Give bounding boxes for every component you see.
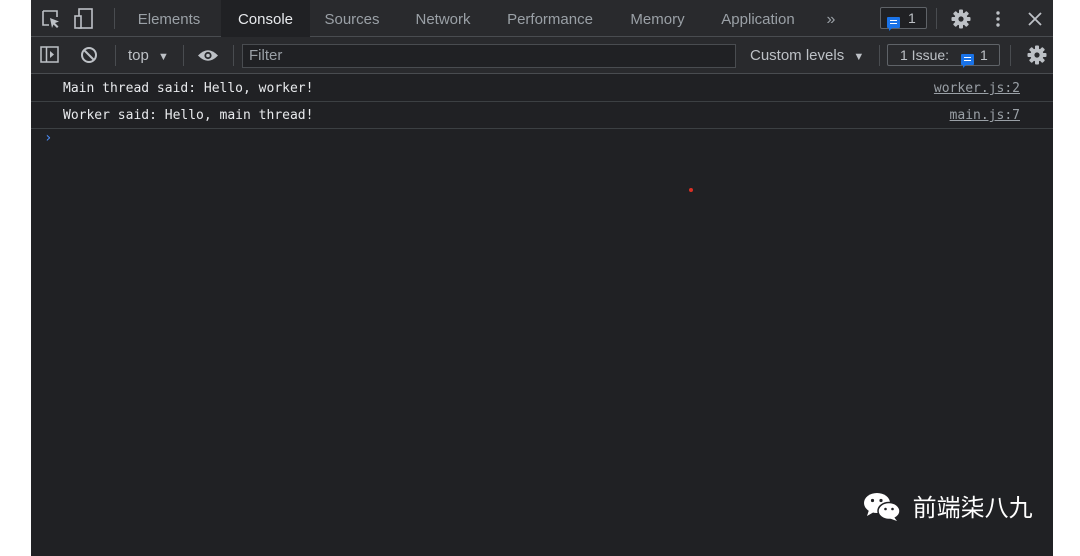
issues-count: 1: [980, 47, 988, 63]
tab-memory[interactable]: Memory: [618, 0, 697, 37]
console-message-row: Main thread said: Hello, worker! worker.…: [31, 75, 1053, 102]
context-selector-label: top: [128, 47, 149, 64]
devtools-panel: Elements Console Sources Network Perform…: [31, 0, 1053, 556]
more-tabs-button[interactable]: »: [821, 0, 841, 37]
settings-gear-icon[interactable]: [951, 9, 971, 29]
more-options-icon[interactable]: [994, 10, 1002, 28]
console-message-text: Worker said: Hello, main thread!: [63, 108, 314, 123]
context-selector[interactable]: top ▼: [128, 37, 169, 76]
device-toolbar-icon[interactable]: [73, 8, 97, 30]
issues-button[interactable]: 1 Issue: 1: [887, 44, 1000, 68]
clear-console-icon[interactable]: [80, 46, 98, 64]
watermark: 前端柒八九: [863, 490, 1033, 526]
live-expression-eye-icon[interactable]: [197, 48, 219, 63]
inspect-element-icon[interactable]: [41, 9, 61, 29]
tab-elements[interactable]: Elements: [125, 0, 213, 37]
tab-application[interactable]: Application: [710, 0, 806, 37]
issue-message-icon: [961, 53, 974, 68]
close-icon[interactable]: [1027, 11, 1043, 27]
console-message-row: Worker said: Hello, main thread! main.js…: [31, 102, 1053, 129]
messages-count: 1: [908, 10, 916, 26]
red-dot: [689, 188, 693, 192]
dropdown-arrow-icon: ▼: [158, 51, 169, 63]
console-message-text: Main thread said: Hello, worker!: [63, 81, 314, 96]
filter-input[interactable]: Filter: [242, 44, 736, 68]
issues-label: 1 Issue:: [900, 47, 950, 63]
watermark-text: 前端柒八九: [912, 494, 1033, 522]
tab-network[interactable]: Network: [402, 0, 484, 37]
console-prompt-icon[interactable]: ›: [44, 130, 52, 146]
log-levels-label: Custom levels: [750, 47, 845, 64]
message-icon: [887, 16, 900, 31]
source-link[interactable]: main.js:7: [950, 102, 1020, 129]
wechat-icon: [864, 493, 901, 521]
messages-badge[interactable]: 1: [880, 7, 927, 31]
tab-sources[interactable]: Sources: [314, 0, 390, 37]
devtools-tab-bar: Elements Console Sources Network Perform…: [31, 0, 1053, 38]
console-toolbar: top ▼ Filter Custom levels ▼ 1 Issue: 1: [31, 37, 1053, 74]
tab-performance[interactable]: Performance: [497, 0, 603, 37]
console-settings-gear-icon[interactable]: [1027, 45, 1047, 65]
log-levels-dropdown[interactable]: Custom levels ▼: [750, 37, 864, 76]
source-link[interactable]: worker.js:2: [934, 75, 1020, 102]
tab-console[interactable]: Console: [221, 0, 310, 38]
sidebar-toggle-icon[interactable]: [40, 46, 60, 64]
dropdown-arrow-icon: ▼: [853, 51, 865, 63]
